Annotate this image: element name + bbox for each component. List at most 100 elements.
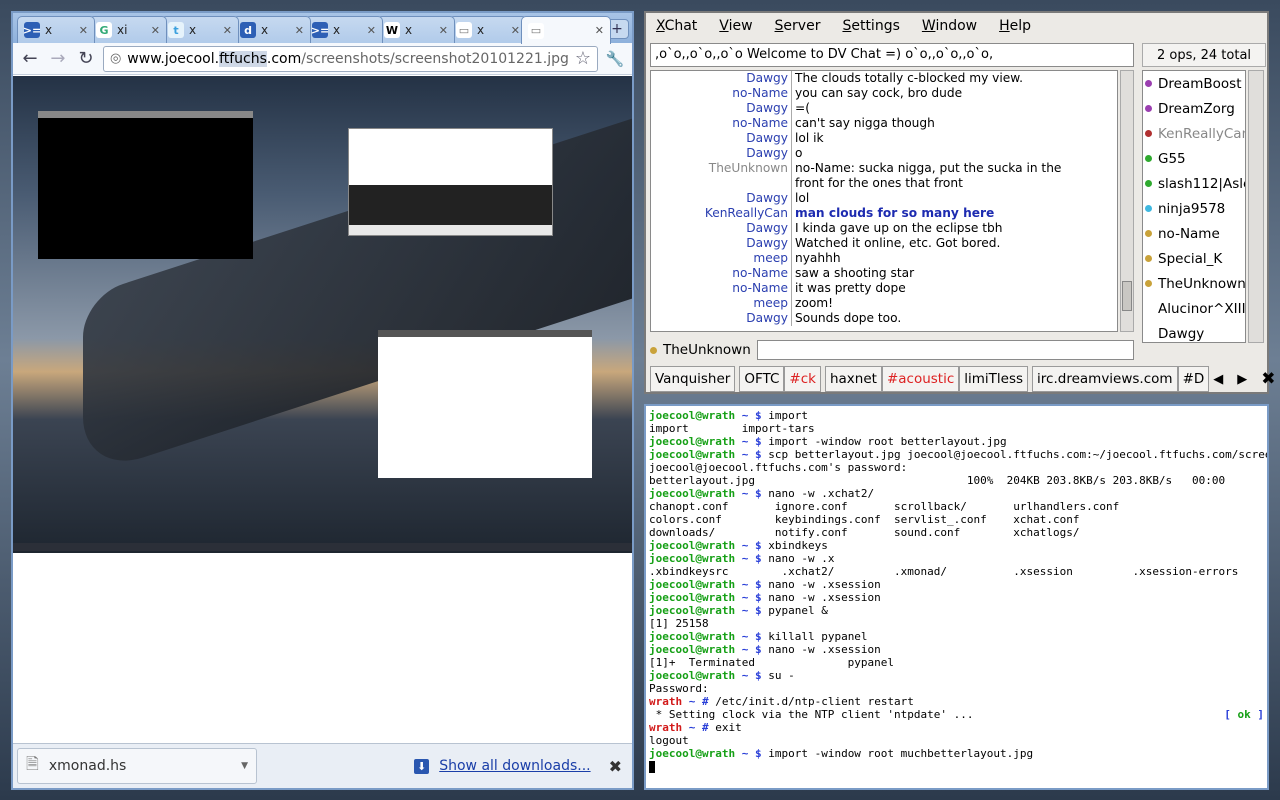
browser-tab[interactable]: ▭ ✕ [521, 16, 611, 44]
chat-nick[interactable]: no-Name [651, 116, 792, 131]
terminal-line: * Setting clock via the NTP client 'ntpd… [649, 708, 1264, 721]
close-icon[interactable]: ✕ [595, 24, 604, 37]
command-text: import [768, 409, 808, 422]
prompt-dir: ~ [741, 487, 749, 500]
chat-nick[interactable] [651, 176, 792, 191]
close-icon[interactable]: ✕ [295, 24, 304, 37]
prompt-dir: ~ [741, 435, 749, 448]
menu-settings[interactable]: Settings [842, 18, 899, 34]
chat-nick[interactable]: Dawgy [651, 236, 792, 251]
user-list-item[interactable]: no-Name [1143, 221, 1245, 246]
browser-tab[interactable]: ▭ x ✕ [449, 16, 527, 43]
back-button[interactable]: ← [19, 47, 41, 71]
user-list-item[interactable]: DreamZorg [1143, 96, 1245, 121]
chat-nick[interactable]: Dawgy [651, 221, 792, 236]
own-status-dot [650, 346, 657, 354]
user-list-item[interactable]: Dawgy [1143, 321, 1245, 342]
menu-window[interactable]: Window [922, 18, 977, 34]
menu-xchat[interactable]: XChat [656, 18, 697, 34]
chat-nick[interactable]: TheUnknown [651, 161, 792, 176]
close-tab-icon[interactable]: ✖ [1261, 369, 1275, 389]
tab-title: x [261, 23, 269, 37]
chat-nick[interactable]: no-Name [651, 86, 792, 101]
user-status-icon [1145, 155, 1152, 162]
bookmark-star-icon[interactable]: ☆ [575, 48, 591, 69]
channel-tab[interactable]: OFTC [739, 366, 785, 392]
command-text: killall pypanel [768, 630, 868, 643]
browser-tab[interactable]: Wx ✕ [377, 16, 455, 43]
channel-tab[interactable]: #D [1177, 366, 1210, 392]
channel-tab[interactable]: #acoustic [881, 366, 960, 392]
chat-message: The clouds totally c-blocked my view. [795, 71, 1023, 85]
close-icon[interactable]: ✖ [609, 757, 622, 776]
user-list-item[interactable]: Alucinor^XIII [1143, 296, 1245, 321]
channel-topic[interactable]: ,o`o,,o`o,,o`o Welcome to DV Chat =) o`o… [650, 43, 1134, 67]
user-name: ninja9578 [1158, 200, 1226, 217]
channel-tab[interactable]: limiTless [959, 366, 1029, 392]
browser-tab[interactable]: >= x ✕ [305, 16, 383, 43]
download-item[interactable]: 🗎 xmonad.hs ▼ [17, 748, 257, 784]
menu-server[interactable]: Server [775, 18, 821, 34]
user-list-item[interactable]: G55 [1143, 146, 1245, 171]
chat-line: no-Name can't say nigga though [651, 116, 1117, 131]
channel-tab[interactable]: irc.dreamviews.com [1032, 366, 1178, 392]
message-input[interactable] [756, 340, 1134, 360]
user-list-item[interactable]: KenReallyCan [1143, 121, 1245, 146]
forward-button[interactable]: → [47, 47, 69, 71]
user-list-item[interactable]: ninja9578 [1143, 196, 1245, 221]
user-list-item[interactable]: slash112|Asleep [1143, 171, 1245, 196]
chat-nick[interactable]: Dawgy [651, 311, 792, 326]
browser-tab[interactable]: >= x ✕ [17, 16, 95, 43]
prompt-sigil: $ [754, 487, 762, 500]
wrench-icon[interactable]: 🔧 [604, 47, 626, 71]
browser-tab[interactable]: Gxi ✕ [89, 16, 167, 43]
chat-nick[interactable]: no-Name [651, 266, 792, 281]
prompt-sigil: $ [754, 539, 762, 552]
reload-button[interactable]: ↻ [75, 47, 97, 71]
scroll-left-icon[interactable]: ◀ [1213, 372, 1223, 387]
terminal-line: wrath ~ # /etc/init.d/ntp-client restart [649, 695, 1264, 708]
user-name: KenReallyCan [1158, 125, 1246, 142]
user-list-item[interactable]: Special_K [1143, 246, 1245, 271]
chat-nick[interactable]: Dawgy [651, 71, 792, 86]
address-bar[interactable]: ◎ www.joecool.ftfuchs.com/screenshots/sc… [102, 45, 599, 72]
menu-view[interactable]: View [719, 18, 752, 34]
close-icon[interactable]: ✕ [367, 24, 376, 37]
show-all-downloads-link[interactable]: Show all downloads... [439, 758, 590, 774]
chat-nick[interactable]: Dawgy [651, 191, 792, 206]
scrollbar-thumb[interactable] [1122, 281, 1132, 311]
user-status-icon [1145, 130, 1152, 137]
user-list-item[interactable]: TheUnknown [1143, 271, 1245, 296]
close-icon[interactable]: ✕ [79, 24, 88, 37]
close-icon[interactable]: ✕ [439, 24, 448, 37]
scroll-right-icon[interactable]: ▶ [1237, 372, 1247, 387]
close-icon[interactable]: ✕ [151, 24, 160, 37]
chat-scrollbar[interactable] [1120, 70, 1134, 332]
channel-tab[interactable]: #ck [784, 366, 821, 392]
prompt-host: wrath [649, 721, 683, 734]
close-icon[interactable]: ✕ [511, 24, 520, 37]
command-text: nano -w .xsession [768, 591, 881, 604]
download-icon: ⬇ [414, 758, 430, 774]
channel-tab[interactable]: Vanquisher [650, 366, 736, 392]
menu-help[interactable]: Help [999, 18, 1031, 34]
chat-nick[interactable]: meep [651, 251, 792, 266]
terminal-line: colors.conf keybindings.conf servlist_.c… [649, 513, 1264, 526]
chat-nick[interactable]: Dawgy [651, 131, 792, 146]
browser-tab[interactable]: d x ✕ [233, 16, 311, 43]
own-nick[interactable]: TheUnknown [663, 342, 751, 358]
user-list-item[interactable]: DreamBoost [1143, 71, 1245, 96]
chat-nick[interactable]: KenReallyCan [651, 206, 792, 221]
chat-nick[interactable]: meep [651, 296, 792, 311]
command-text: nano -w .xsession [768, 578, 881, 591]
chevron-down-icon[interactable]: ▼ [241, 761, 248, 771]
chat-nick[interactable]: Dawgy [651, 101, 792, 116]
close-icon[interactable]: ✕ [223, 24, 232, 37]
channel-tab[interactable]: haxnet [824, 366, 882, 392]
chat-nick[interactable]: Dawgy [651, 146, 792, 161]
terminal-window[interactable]: joecool@wrath ~ $ import import import-ta… [644, 404, 1269, 790]
output-text: import import-tars [649, 422, 815, 435]
userlist-scrollbar[interactable] [1248, 70, 1264, 343]
browser-tab[interactable]: t x ✕ [161, 16, 239, 43]
chat-nick[interactable]: no-Name [651, 281, 792, 296]
